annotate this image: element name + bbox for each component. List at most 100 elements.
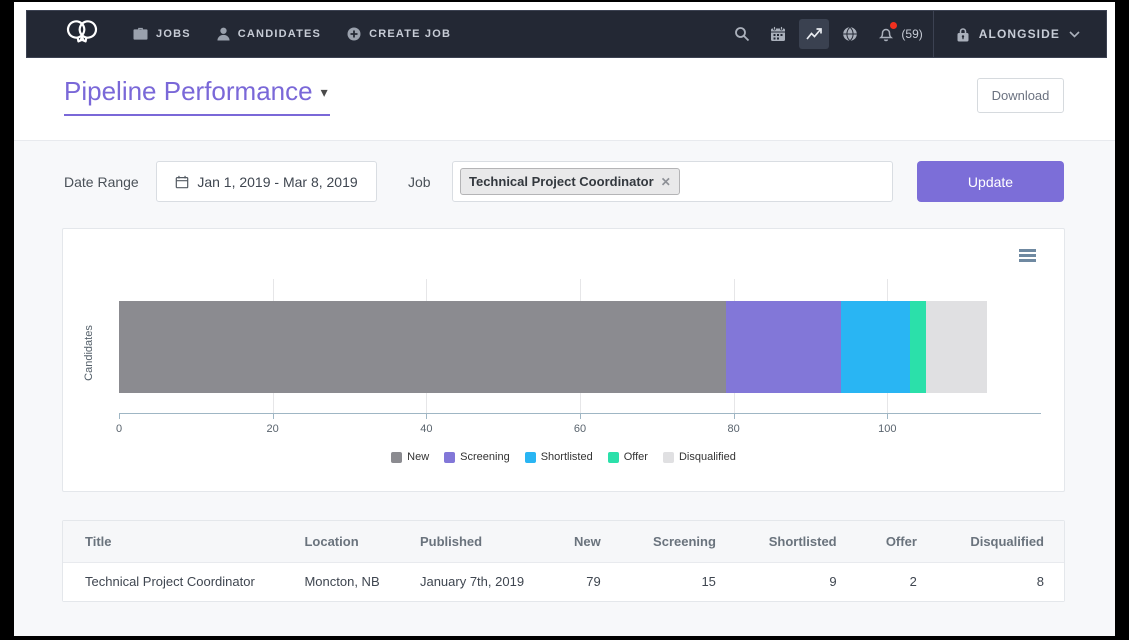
chevron-down-icon	[1069, 31, 1080, 38]
search-button[interactable]	[727, 19, 757, 49]
pipeline-table: TitleLocationPublishedNewScreeningShortl…	[63, 521, 1064, 601]
legend-item-disqualified[interactable]: Disqualified	[663, 451, 736, 463]
pipeline-table-card: TitleLocationPublishedNewScreeningShortl…	[62, 520, 1065, 602]
table-cell: 15	[621, 562, 736, 601]
table-row[interactable]: Technical Project CoordinatorMoncton, NB…	[63, 562, 1064, 601]
date-range-input[interactable]: Jan 1, 2019 - Mar 8, 2019	[156, 161, 377, 202]
axis-tick-label: 100	[867, 423, 907, 435]
axis-tick	[119, 414, 120, 419]
legend-item-shortlisted[interactable]: Shortlisted	[525, 451, 593, 463]
account-label: ALONGSIDE	[979, 27, 1060, 41]
legend-label: Disqualified	[679, 451, 736, 463]
plus-circle-icon	[347, 27, 361, 41]
y-axis-label: Candidates	[83, 318, 95, 388]
top-navbar: JOBS CANDIDATES CREATE J	[26, 10, 1107, 58]
calendar-icon	[770, 26, 786, 42]
chart-plot-area	[119, 279, 1041, 413]
table-column-header: Offer	[857, 521, 937, 562]
line-chart-icon	[805, 26, 823, 42]
calendar-button[interactable]	[763, 19, 793, 49]
job-label: Job	[408, 174, 431, 190]
axis-tick	[734, 414, 735, 419]
axis-tick	[426, 414, 427, 419]
report-title-dropdown[interactable]: Pipeline Performance ▾	[64, 76, 330, 116]
hamburger-icon	[1019, 249, 1036, 252]
nav-item-create-job[interactable]: CREATE JOB	[347, 27, 451, 41]
remove-tag-icon[interactable]: ✕	[661, 175, 671, 189]
legend-label: Offer	[624, 451, 648, 463]
axis-tick	[887, 414, 888, 419]
axis-tick-label: 20	[253, 423, 293, 435]
axis-tick-label: 60	[560, 423, 600, 435]
bell-button[interactable]	[871, 19, 901, 49]
notification-count: (59)	[901, 27, 922, 41]
stacked-bar[interactable]	[119, 301, 1041, 393]
navbar-actions: (59) ALONGSIDE	[724, 11, 1106, 57]
briefcase-icon	[133, 27, 148, 41]
legend-label: Screening	[460, 451, 510, 463]
download-button[interactable]: Download	[977, 78, 1064, 113]
lock-icon	[956, 27, 970, 42]
notification-dot	[890, 22, 897, 29]
legend-item-screening[interactable]: Screening	[444, 451, 510, 463]
nav-item-candidates[interactable]: CANDIDATES	[217, 27, 321, 41]
legend-swatch	[391, 452, 402, 463]
axis-tick-label: 80	[714, 423, 754, 435]
globe-button[interactable]	[835, 19, 865, 49]
reports-button[interactable]	[799, 19, 829, 49]
table-column-header: Shortlisted	[736, 521, 857, 562]
bar-segment-offer[interactable]	[910, 301, 925, 393]
alongside-logo[interactable]	[61, 16, 103, 52]
legend-swatch	[663, 452, 674, 463]
hearts-logo-icon	[61, 16, 103, 52]
nav-item-label: CREATE JOB	[369, 28, 451, 40]
job-tag-label: Technical Project Coordinator	[469, 174, 654, 189]
legend-swatch	[444, 452, 455, 463]
table-cell: Technical Project Coordinator	[63, 562, 282, 601]
table-column-header: Title	[63, 521, 282, 562]
table-cell: 8	[937, 562, 1064, 601]
user-icon	[217, 27, 230, 41]
bar-segment-shortlisted[interactable]	[841, 301, 910, 393]
bar-segment-new[interactable]	[119, 301, 726, 393]
table-column-header: New	[545, 521, 621, 562]
search-icon	[734, 26, 750, 42]
legend-swatch	[525, 452, 536, 463]
nav-item-jobs[interactable]: JOBS	[133, 27, 191, 41]
axis-tick	[580, 414, 581, 419]
app-page: JOBS CANDIDATES CREATE J	[14, 2, 1115, 636]
table-column-header: Screening	[621, 521, 736, 562]
job-select-input[interactable]: Technical Project Coordinator ✕	[452, 161, 893, 202]
bar-segment-disqualified[interactable]	[926, 301, 987, 393]
nav-item-label: JOBS	[156, 28, 191, 40]
calendar-icon	[175, 175, 189, 189]
legend-item-offer[interactable]: Offer	[608, 451, 648, 463]
primary-nav: JOBS CANDIDATES CREATE J	[133, 27, 451, 41]
nav-item-label: CANDIDATES	[238, 28, 321, 40]
legend-swatch	[608, 452, 619, 463]
account-menu[interactable]: ALONGSIDE	[933, 11, 1106, 57]
chart-legend: New Screening Shortlisted Offer Disqualified	[63, 451, 1064, 463]
page-header: Pipeline Performance ▾	[64, 76, 330, 116]
table-cell: January 7th, 2019	[398, 562, 545, 601]
axis-tick-label: 40	[406, 423, 446, 435]
title-caret-icon: ▾	[321, 84, 328, 100]
update-button[interactable]: Update	[917, 161, 1064, 202]
globe-icon	[842, 26, 858, 42]
table-body: Technical Project CoordinatorMoncton, NB…	[63, 562, 1064, 601]
table-header-row: TitleLocationPublishedNewScreeningShortl…	[63, 521, 1064, 562]
bar-segment-screening[interactable]	[726, 301, 841, 393]
legend-item-new[interactable]: New	[391, 451, 429, 463]
table-cell: 2	[857, 562, 937, 601]
table-cell: 79	[545, 562, 621, 601]
table-column-header: Published	[398, 521, 545, 562]
page-title: Pipeline Performance	[64, 76, 313, 106]
legend-label: Shortlisted	[541, 451, 593, 463]
date-range-value: Jan 1, 2019 - Mar 8, 2019	[197, 174, 357, 190]
table-column-header: Location	[282, 521, 398, 562]
notifications[interactable]: (59)	[871, 19, 922, 49]
date-range-label: Date Range	[64, 174, 139, 190]
chart-menu-button[interactable]	[1019, 249, 1036, 264]
table-column-header: Disqualified	[937, 521, 1064, 562]
table-cell: 9	[736, 562, 857, 601]
